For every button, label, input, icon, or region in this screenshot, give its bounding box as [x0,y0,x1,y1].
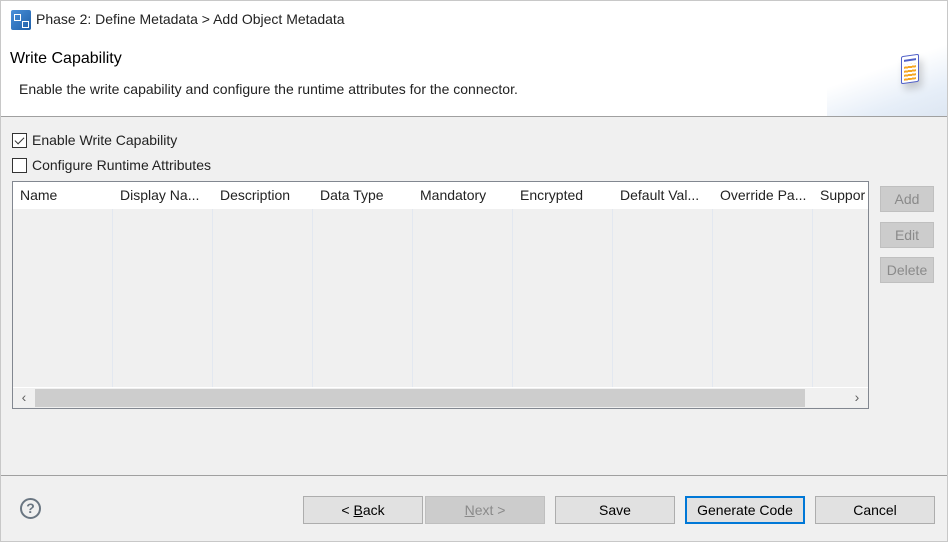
generate-code-button[interactable]: Generate Code [685,496,805,524]
wizard-app-icon [11,10,31,30]
add-button[interactable]: Add [880,186,934,212]
table-column [613,209,713,387]
chevron-right-icon[interactable]: › [848,388,866,408]
wizard-banner: Write Capability Enable the write capabi… [1,39,947,117]
column-header-default-value[interactable]: Default Val... [613,182,713,209]
configure-runtime-attributes-checkbox[interactable]: Configure Runtime Attributes [12,157,211,173]
back-button[interactable]: < Back [303,496,423,524]
cancel-button[interactable]: Cancel [815,496,935,524]
table-column [113,209,213,387]
horizontal-scrollbar[interactable]: ‹ › [13,387,868,408]
table-body [13,209,868,387]
wizard-dialog: Phase 2: Define Metadata > Add Object Me… [0,0,948,542]
help-icon[interactable]: ? [20,498,41,519]
next-mnemonic: N [464,502,475,518]
scrollbar-thumb[interactable] [35,389,805,407]
runtime-attributes-table: Name Display Na... Description Data Type… [12,181,869,409]
checkbox-checked-icon[interactable] [12,132,27,148]
delete-button[interactable]: Delete [880,257,934,283]
table-column [13,209,113,387]
checkbox-unchecked-icon[interactable] [12,157,27,173]
table-column [213,209,313,387]
back-mnemonic: B [353,502,363,518]
table-column [813,209,868,387]
table-header: Name Display Na... Description Data Type… [13,182,868,209]
title-bar: Phase 2: Define Metadata > Add Object Me… [1,1,947,39]
column-header-encrypted[interactable]: Encrypted [513,182,613,209]
column-header-data-type[interactable]: Data Type [313,182,413,209]
back-label-rest: ack [362,502,385,518]
column-header-description[interactable]: Description [213,182,313,209]
configure-runtime-attributes-label: Configure Runtime Attributes [32,157,211,173]
next-label-rest: ext > [474,502,506,518]
column-header-mandatory[interactable]: Mandatory [413,182,513,209]
page-description: Enable the write capability and configur… [19,81,518,97]
column-header-override-parameter[interactable]: Override Pa... [713,182,813,209]
column-header-display-name[interactable]: Display Na... [113,182,213,209]
footer-divider [1,475,947,476]
page-title: Write Capability [10,50,122,67]
next-button[interactable]: Next > [425,496,545,524]
edit-button[interactable]: Edit [880,222,934,248]
window-title: Phase 2: Define Metadata > Add Object Me… [36,11,345,27]
table-column [713,209,813,387]
save-button[interactable]: Save [555,496,675,524]
table-column [513,209,613,387]
enable-write-capability-checkbox[interactable]: Enable Write Capability [12,132,177,148]
table-column [413,209,513,387]
table-spreadsheet-icon [901,53,919,85]
back-prefix: < [341,502,354,518]
enable-write-capability-label: Enable Write Capability [32,132,178,148]
table-column [313,209,413,387]
chevron-left-icon[interactable]: ‹ [15,388,33,408]
column-header-supported[interactable]: Suppor [813,182,868,209]
column-header-name[interactable]: Name [13,182,113,209]
banner-gradient [827,39,947,116]
